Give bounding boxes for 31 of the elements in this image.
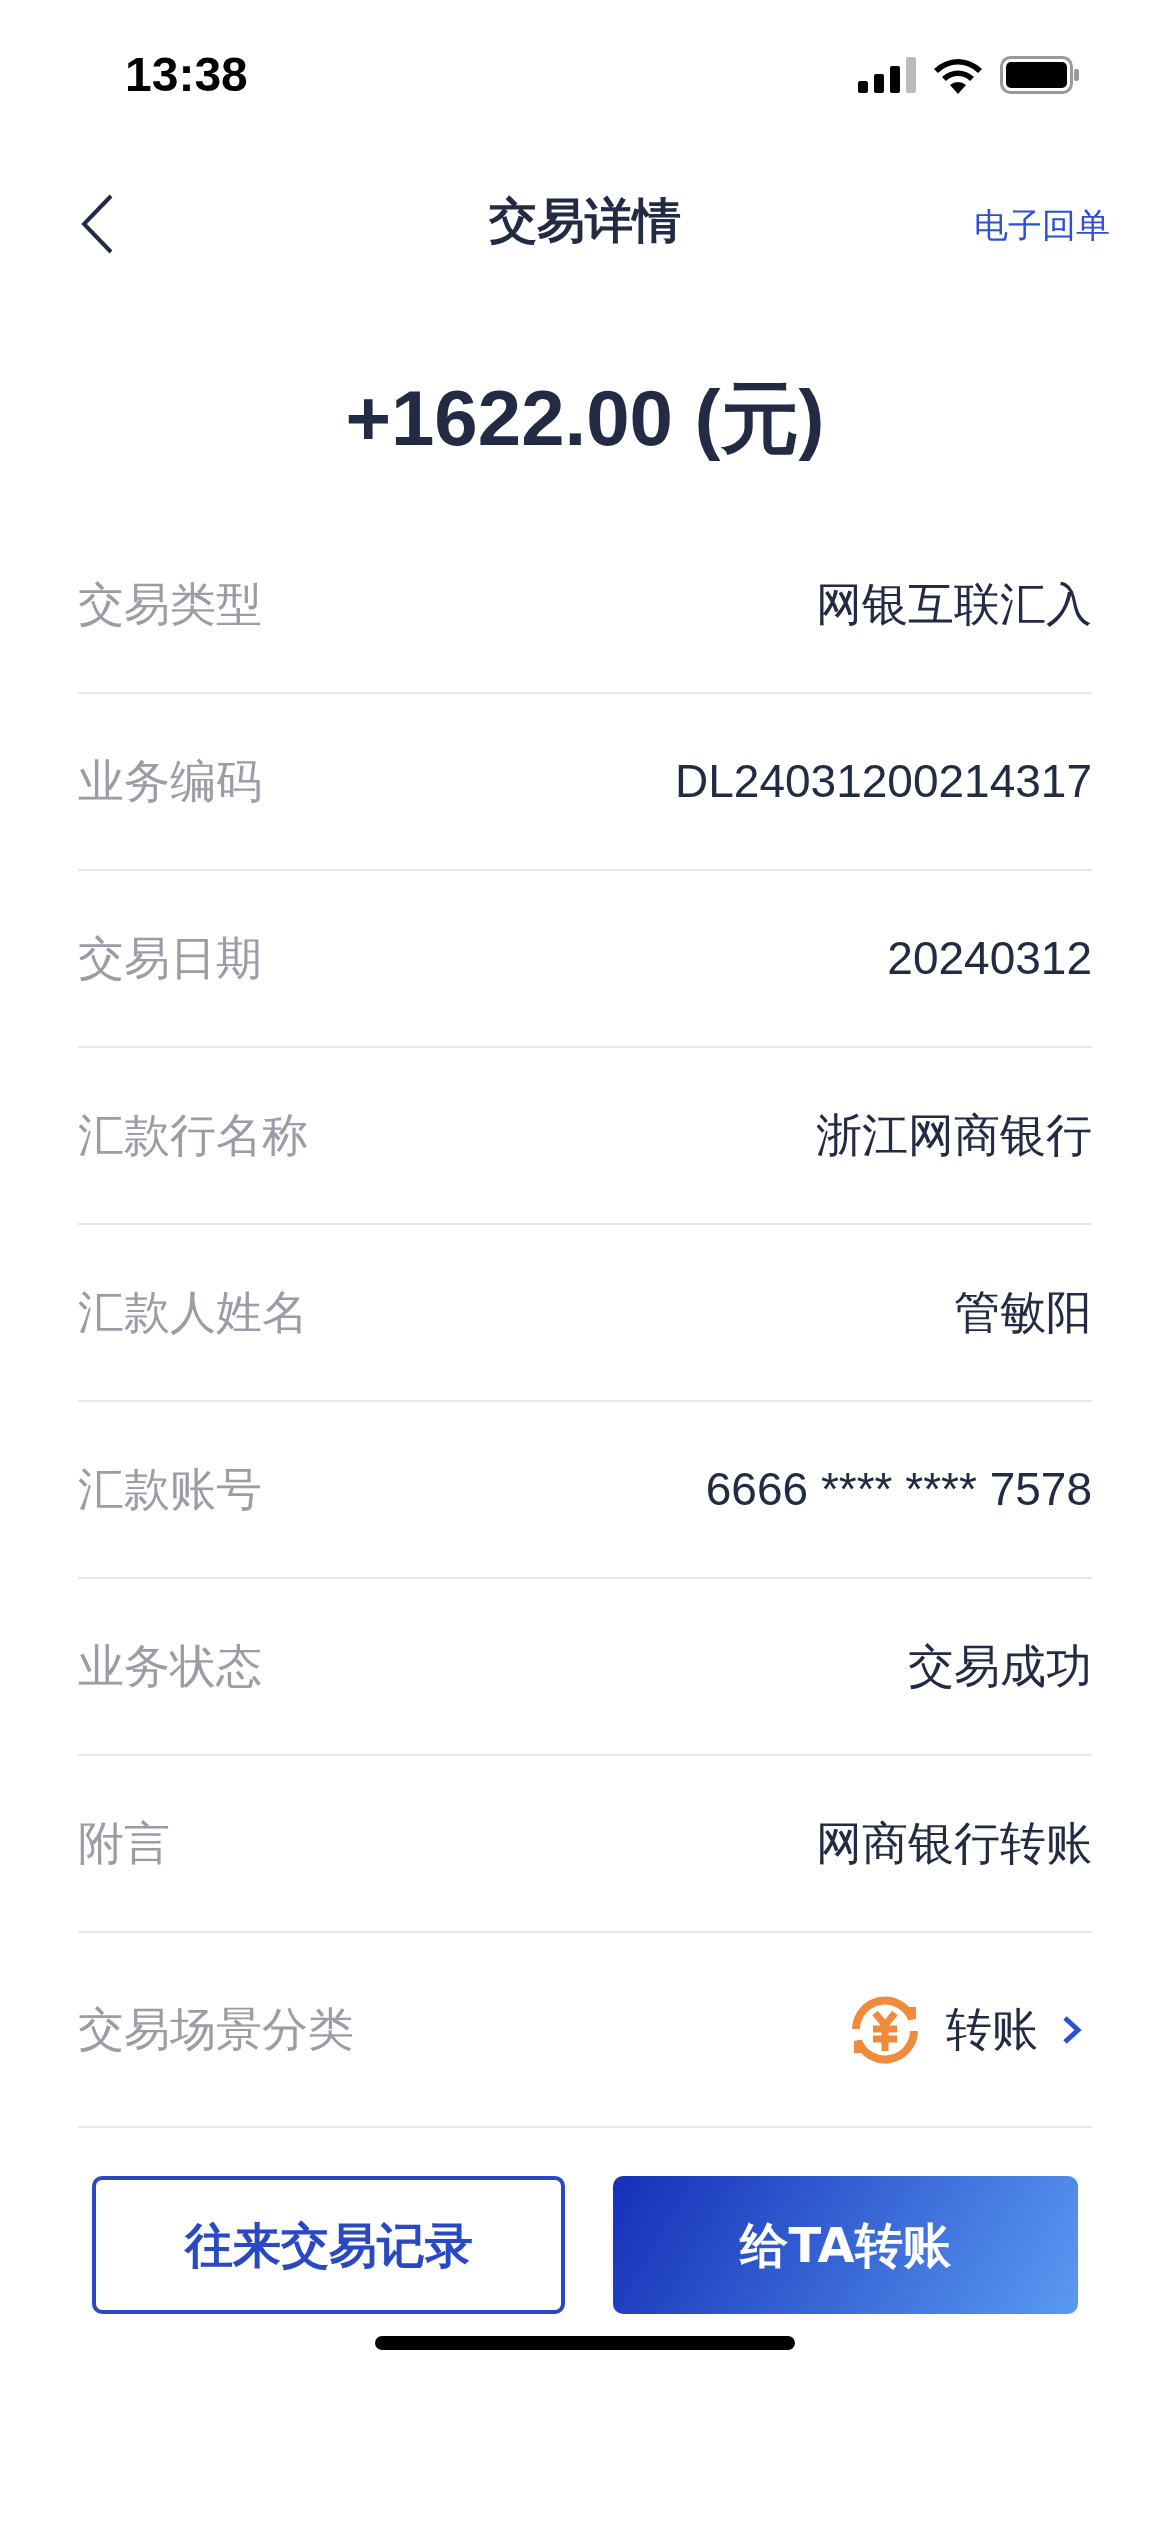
detail-value: 浙江网商银行 xyxy=(816,1108,1092,1163)
detail-label: 汇款行名称 xyxy=(78,1107,308,1164)
receipt-link[interactable]: 电子回单 xyxy=(974,200,1110,251)
detail-value: 交易成功 xyxy=(908,1639,1092,1694)
detail-value: DL24031200214317 xyxy=(675,754,1092,809)
history-button[interactable]: 往来交易记录 xyxy=(92,2176,565,2314)
page-title: 交易详情 xyxy=(489,191,681,250)
back-icon xyxy=(80,194,114,254)
category-link[interactable]: 转账 xyxy=(848,1992,1082,2067)
wifi-icon xyxy=(932,56,984,94)
detail-value: 管敏阳 xyxy=(954,1285,1092,1340)
detail-value: 20240312 xyxy=(887,931,1092,986)
detail-label: 交易场景分类 xyxy=(78,2001,354,2058)
detail-value: 网银互联汇入 xyxy=(816,577,1092,632)
detail-label: 交易日期 xyxy=(78,930,262,987)
amount: +1622.00 (元) xyxy=(344,373,826,464)
detail-label: 汇款账号 xyxy=(78,1461,262,1518)
detail-label: 交易类型 xyxy=(78,576,262,633)
back-button[interactable] xyxy=(80,194,114,254)
detail-value: 6666 **** **** 7578 xyxy=(705,1462,1092,1517)
transfer-button[interactable]: 给TA转账 xyxy=(613,2176,1078,2314)
signal-icon xyxy=(858,57,916,93)
detail-label: 汇款人姓名 xyxy=(78,1284,308,1341)
detail-label: 附言 xyxy=(78,1815,170,1872)
detail-label: 业务编码 xyxy=(78,753,262,810)
detail-value: 网商银行转账 xyxy=(816,1816,1092,1871)
battery-icon xyxy=(1000,56,1080,94)
detail-label: 业务状态 xyxy=(78,1638,262,1695)
chevron-icon xyxy=(1062,2014,1082,2045)
category-value: 转账 xyxy=(946,2002,1038,2057)
status-time: 13:38 xyxy=(125,47,248,103)
